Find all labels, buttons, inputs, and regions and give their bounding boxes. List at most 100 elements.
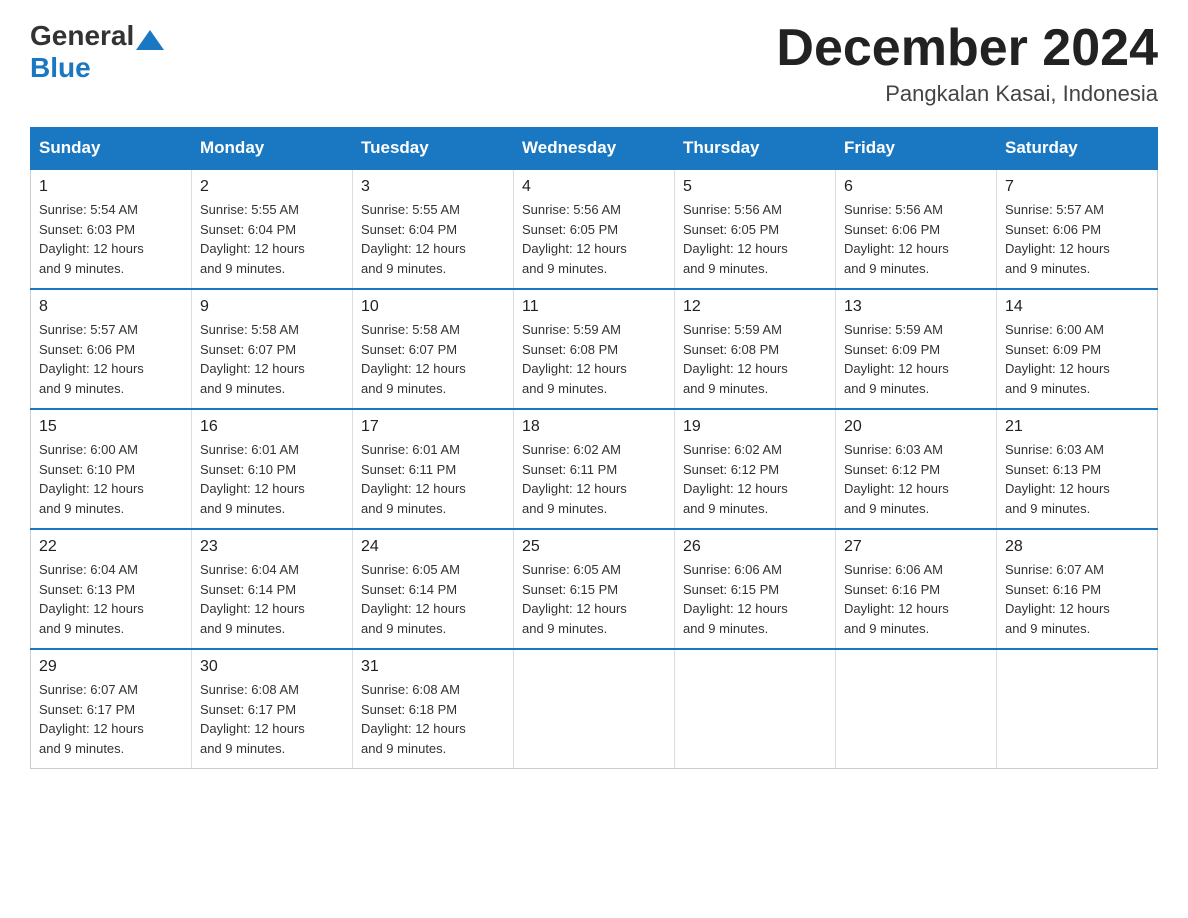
calendar-cell: 28 Sunrise: 6:07 AM Sunset: 6:16 PM Dayl… [997,529,1158,649]
day-info: Sunrise: 6:03 AM Sunset: 6:13 PM Dayligh… [1005,440,1149,518]
day-number: 25 [522,538,666,556]
day-info: Sunrise: 5:55 AM Sunset: 6:04 PM Dayligh… [361,200,505,278]
calendar-cell: 17 Sunrise: 6:01 AM Sunset: 6:11 PM Dayl… [353,409,514,529]
calendar-week-5: 29 Sunrise: 6:07 AM Sunset: 6:17 PM Dayl… [31,649,1158,769]
calendar-cell: 11 Sunrise: 5:59 AM Sunset: 6:08 PM Dayl… [514,289,675,409]
day-info: Sunrise: 5:56 AM Sunset: 6:05 PM Dayligh… [683,200,827,278]
calendar-cell [836,649,997,769]
calendar-cell: 1 Sunrise: 5:54 AM Sunset: 6:03 PM Dayli… [31,169,192,289]
day-info: Sunrise: 6:07 AM Sunset: 6:17 PM Dayligh… [39,680,183,758]
calendar-cell: 12 Sunrise: 5:59 AM Sunset: 6:08 PM Dayl… [675,289,836,409]
day-info: Sunrise: 6:00 AM Sunset: 6:10 PM Dayligh… [39,440,183,518]
day-info: Sunrise: 5:55 AM Sunset: 6:04 PM Dayligh… [200,200,344,278]
calendar-cell: 8 Sunrise: 5:57 AM Sunset: 6:06 PM Dayli… [31,289,192,409]
day-number: 13 [844,298,988,316]
calendar-cell [675,649,836,769]
day-number: 26 [683,538,827,556]
day-number: 17 [361,418,505,436]
header-thursday: Thursday [675,128,836,170]
day-info: Sunrise: 5:58 AM Sunset: 6:07 PM Dayligh… [200,320,344,398]
day-number: 6 [844,178,988,196]
logo-text: General [30,20,166,52]
day-number: 21 [1005,418,1149,436]
page-header: General Blue December 2024 Pangkalan Kas… [30,20,1158,107]
calendar-cell: 18 Sunrise: 6:02 AM Sunset: 6:11 PM Dayl… [514,409,675,529]
calendar-cell: 30 Sunrise: 6:08 AM Sunset: 6:17 PM Dayl… [192,649,353,769]
calendar-cell: 10 Sunrise: 5:58 AM Sunset: 6:07 PM Dayl… [353,289,514,409]
calendar-cell: 22 Sunrise: 6:04 AM Sunset: 6:13 PM Dayl… [31,529,192,649]
day-info: Sunrise: 6:07 AM Sunset: 6:16 PM Dayligh… [1005,560,1149,638]
logo-icon [136,30,164,50]
day-number: 15 [39,418,183,436]
day-info: Sunrise: 6:08 AM Sunset: 6:18 PM Dayligh… [361,680,505,758]
day-number: 4 [522,178,666,196]
calendar-cell: 13 Sunrise: 5:59 AM Sunset: 6:09 PM Dayl… [836,289,997,409]
day-number: 10 [361,298,505,316]
calendar-cell: 20 Sunrise: 6:03 AM Sunset: 6:12 PM Dayl… [836,409,997,529]
calendar-cell: 15 Sunrise: 6:00 AM Sunset: 6:10 PM Dayl… [31,409,192,529]
day-number: 5 [683,178,827,196]
day-number: 9 [200,298,344,316]
calendar-cell [514,649,675,769]
day-info: Sunrise: 6:04 AM Sunset: 6:13 PM Dayligh… [39,560,183,638]
day-info: Sunrise: 6:06 AM Sunset: 6:16 PM Dayligh… [844,560,988,638]
calendar-cell: 27 Sunrise: 6:06 AM Sunset: 6:16 PM Dayl… [836,529,997,649]
calendar-cell: 14 Sunrise: 6:00 AM Sunset: 6:09 PM Dayl… [997,289,1158,409]
calendar-cell: 21 Sunrise: 6:03 AM Sunset: 6:13 PM Dayl… [997,409,1158,529]
calendar-cell: 25 Sunrise: 6:05 AM Sunset: 6:15 PM Dayl… [514,529,675,649]
calendar-cell: 16 Sunrise: 6:01 AM Sunset: 6:10 PM Dayl… [192,409,353,529]
header-friday: Friday [836,128,997,170]
day-info: Sunrise: 6:01 AM Sunset: 6:11 PM Dayligh… [361,440,505,518]
day-info: Sunrise: 6:03 AM Sunset: 6:12 PM Dayligh… [844,440,988,518]
header-tuesday: Tuesday [353,128,514,170]
day-info: Sunrise: 5:59 AM Sunset: 6:08 PM Dayligh… [522,320,666,398]
month-title: December 2024 [776,20,1158,77]
calendar-table: SundayMondayTuesdayWednesdayThursdayFrid… [30,127,1158,769]
day-number: 18 [522,418,666,436]
day-info: Sunrise: 6:04 AM Sunset: 6:14 PM Dayligh… [200,560,344,638]
calendar-cell: 6 Sunrise: 5:56 AM Sunset: 6:06 PM Dayli… [836,169,997,289]
calendar-week-2: 8 Sunrise: 5:57 AM Sunset: 6:06 PM Dayli… [31,289,1158,409]
calendar-cell: 24 Sunrise: 6:05 AM Sunset: 6:14 PM Dayl… [353,529,514,649]
header-sunday: Sunday [31,128,192,170]
day-info: Sunrise: 5:58 AM Sunset: 6:07 PM Dayligh… [361,320,505,398]
day-number: 22 [39,538,183,556]
day-number: 19 [683,418,827,436]
day-number: 28 [1005,538,1149,556]
day-info: Sunrise: 6:05 AM Sunset: 6:15 PM Dayligh… [522,560,666,638]
day-info: Sunrise: 6:06 AM Sunset: 6:15 PM Dayligh… [683,560,827,638]
day-info: Sunrise: 6:02 AM Sunset: 6:11 PM Dayligh… [522,440,666,518]
calendar-cell: 19 Sunrise: 6:02 AM Sunset: 6:12 PM Dayl… [675,409,836,529]
logo-blue: Blue [30,52,91,84]
day-number: 11 [522,298,666,316]
calendar-cell: 4 Sunrise: 5:56 AM Sunset: 6:05 PM Dayli… [514,169,675,289]
day-number: 7 [1005,178,1149,196]
day-info: Sunrise: 5:56 AM Sunset: 6:06 PM Dayligh… [844,200,988,278]
day-info: Sunrise: 5:57 AM Sunset: 6:06 PM Dayligh… [39,320,183,398]
calendar-cell: 23 Sunrise: 6:04 AM Sunset: 6:14 PM Dayl… [192,529,353,649]
day-number: 31 [361,658,505,676]
calendar-week-3: 15 Sunrise: 6:00 AM Sunset: 6:10 PM Dayl… [31,409,1158,529]
location-title: Pangkalan Kasai, Indonesia [776,81,1158,107]
header-saturday: Saturday [997,128,1158,170]
day-number: 27 [844,538,988,556]
calendar-cell [997,649,1158,769]
day-number: 12 [683,298,827,316]
calendar-cell: 7 Sunrise: 5:57 AM Sunset: 6:06 PM Dayli… [997,169,1158,289]
day-info: Sunrise: 5:59 AM Sunset: 6:09 PM Dayligh… [844,320,988,398]
day-info: Sunrise: 6:01 AM Sunset: 6:10 PM Dayligh… [200,440,344,518]
calendar-week-4: 22 Sunrise: 6:04 AM Sunset: 6:13 PM Dayl… [31,529,1158,649]
day-info: Sunrise: 5:54 AM Sunset: 6:03 PM Dayligh… [39,200,183,278]
day-number: 30 [200,658,344,676]
day-info: Sunrise: 6:08 AM Sunset: 6:17 PM Dayligh… [200,680,344,758]
day-info: Sunrise: 5:57 AM Sunset: 6:06 PM Dayligh… [1005,200,1149,278]
day-number: 23 [200,538,344,556]
calendar-cell: 31 Sunrise: 6:08 AM Sunset: 6:18 PM Dayl… [353,649,514,769]
day-info: Sunrise: 5:59 AM Sunset: 6:08 PM Dayligh… [683,320,827,398]
day-number: 20 [844,418,988,436]
calendar-cell: 3 Sunrise: 5:55 AM Sunset: 6:04 PM Dayli… [353,169,514,289]
day-info: Sunrise: 6:00 AM Sunset: 6:09 PM Dayligh… [1005,320,1149,398]
logo-general: General [30,20,134,52]
logo: General Blue [30,20,166,84]
day-info: Sunrise: 5:56 AM Sunset: 6:05 PM Dayligh… [522,200,666,278]
